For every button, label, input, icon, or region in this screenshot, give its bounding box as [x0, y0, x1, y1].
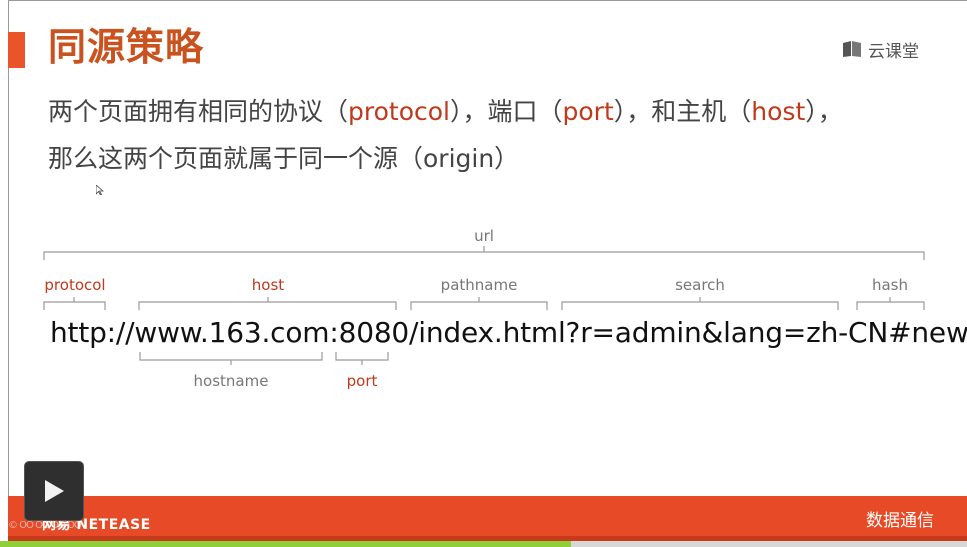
- pathname-bracket: [410, 297, 548, 310]
- video-progress-fill[interactable]: [0, 541, 571, 547]
- url-example: http://www.163.com:8080/index.html?r=adm…: [50, 316, 967, 349]
- hash-label: hash: [871, 276, 909, 294]
- play-button[interactable]: [24, 461, 84, 521]
- hash-bracket: [856, 297, 925, 310]
- search-bracket: [561, 297, 839, 310]
- hostname-label: hostname: [193, 372, 269, 390]
- protocol-label: protocol: [44, 276, 106, 294]
- protocol-bracket: [43, 297, 106, 310]
- slide: 同源策略 云课堂 两个页面拥有相同的协议（protocol），端口（port），…: [0, 0, 967, 547]
- hostname-bracket: [139, 352, 323, 365]
- host-bracket: [138, 297, 397, 310]
- port-label: port: [346, 372, 378, 390]
- pathname-label: pathname: [440, 276, 518, 294]
- search-label: search: [675, 276, 725, 294]
- url-diagram-brackets: [43, 246, 925, 365]
- url-label: url: [474, 227, 494, 245]
- port-bracket: [335, 352, 389, 365]
- footer-section-title: 数据通信: [866, 511, 934, 531]
- play-icon: [45, 480, 64, 502]
- slide-footer: [8, 496, 967, 536]
- url-bracket: [43, 246, 925, 260]
- host-label: host: [251, 276, 285, 294]
